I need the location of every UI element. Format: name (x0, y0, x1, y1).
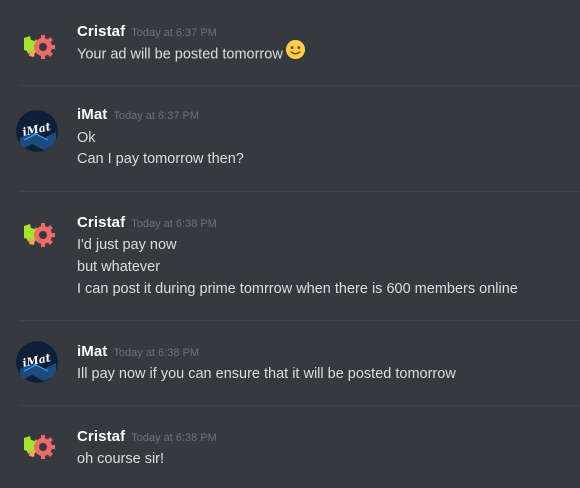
chat-messages-pane[interactable]: Cristaf Today at 6:37 PM Your ad will be … (0, 0, 580, 488)
message-line: Ill pay now if you can ensure that it wi… (77, 366, 456, 382)
username[interactable]: iMat (77, 106, 107, 123)
message-header: iMat Today at 6:38 PM (77, 343, 199, 361)
username[interactable]: Cristaf (77, 214, 125, 231)
message-group: iMat iMat Today at 6:38 PM Ill pay now if… (0, 321, 580, 405)
message-header: Cristaf Today at 6:37 PM (77, 23, 217, 41)
timestamp: Today at 6:37 PM (113, 110, 200, 122)
message-group: Cristaf Today at 6:38 PM oh course sir! (0, 406, 580, 488)
avatar[interactable]: iMat (16, 110, 58, 152)
gear-logo-icon (16, 426, 58, 468)
avatar[interactable]: iMat (16, 341, 58, 383)
message-line: Your ad will be posted tomorrow (77, 46, 283, 63)
message-line: I'd just pay now (77, 237, 177, 253)
message-line: I can post it during prime tomrrow when … (77, 281, 518, 297)
slightly-smiling-face-icon (285, 39, 306, 67)
message-header: Cristaf Today at 6:38 PM (77, 428, 217, 446)
message-group: Cristaf Today at 6:37 PM Your ad will be … (0, 0, 580, 90)
username[interactable]: Cristaf (77, 23, 125, 40)
avatar[interactable] (16, 26, 58, 68)
timestamp: Today at 6:37 PM (131, 27, 217, 39)
timestamp: Today at 6:38 PM (113, 347, 200, 359)
username[interactable]: iMat (77, 343, 107, 360)
avatar[interactable] (16, 426, 58, 468)
message-group: iMat iMat Today at 6:37 PM Ok Can I pay t… (0, 90, 580, 190)
message-text: Your ad will be posted tomorrow (77, 39, 306, 67)
username[interactable]: Cristaf (77, 428, 125, 445)
gear-logo-icon (16, 214, 58, 256)
message-line: Can I pay tomorrow then? (77, 151, 244, 167)
timestamp: Today at 6:38 PM (131, 432, 217, 444)
imat-logo-icon: iMat (16, 341, 58, 383)
message-line: oh course sir! (77, 451, 165, 467)
message-header: iMat Today at 6:37 PM (77, 106, 199, 124)
message-line: but whatever (77, 259, 161, 275)
imat-logo-icon: iMat (16, 110, 58, 152)
message-divider (20, 85, 580, 86)
timestamp: Today at 6:38 PM (131, 218, 217, 230)
message-header: Cristaf Today at 6:38 PM (77, 214, 217, 232)
message-line: Ok (77, 130, 96, 146)
message-group: Cristaf Today at 6:38 PM I'd just pay now… (0, 192, 580, 320)
gear-logo-icon (16, 26, 58, 68)
avatar[interactable] (16, 214, 58, 256)
